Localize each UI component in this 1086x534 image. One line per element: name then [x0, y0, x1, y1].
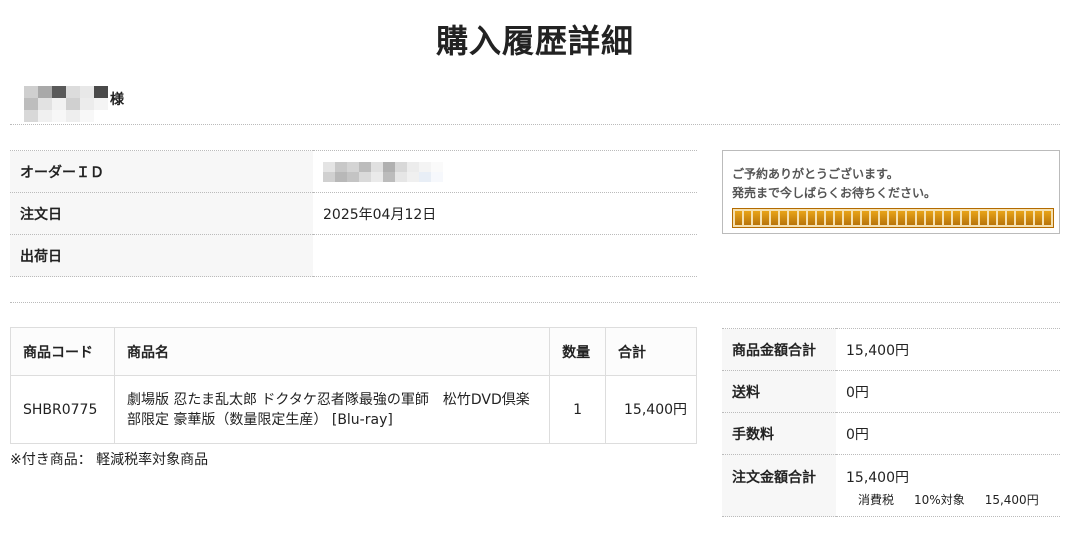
item-code: SHBR0775 — [10, 375, 115, 444]
divider — [10, 124, 1060, 125]
header-qty: 数量 — [549, 327, 607, 376]
reservation-notice: ご予約ありがとうございます。 発売まで今しばらくお待ちください。 — [722, 150, 1060, 234]
header-total: 合計 — [605, 327, 697, 376]
reservation-progress-bar — [732, 208, 1054, 228]
grand-total-row: 注文金額合計 15,400円 消費税 10%対象 15,400円 — [722, 454, 1060, 517]
ship-date-value — [313, 234, 697, 277]
item-total: 15,400円 — [605, 375, 697, 444]
header-code: 商品コード — [10, 327, 115, 376]
order-date-label: 注文日 — [10, 192, 313, 235]
item-qty: 1 — [549, 375, 607, 444]
customer-name: 様 — [24, 86, 124, 122]
ship-date-row: 出荷日 — [10, 234, 697, 277]
totals-table: 商品金額合計 15,400円 送料 0円 手数料 0円 注文金額合計 15,40… — [722, 328, 1060, 517]
fee-row: 手数料 0円 — [722, 412, 1060, 455]
fee-value: 0円 — [836, 412, 1060, 455]
divider — [10, 302, 1060, 303]
items-header-row: 商品コード 商品名 数量 合計 — [10, 327, 697, 376]
subtotal-value: 15,400円 — [836, 328, 1060, 371]
header-name: 商品名 — [113, 327, 551, 376]
notice-line-2: 発売まで今しばらくお待ちください。 — [732, 186, 937, 200]
table-row: SHBR0775 劇場版 忍たま乱太郎 ドクタケ忍者隊最強の軍師 松竹DVD倶楽… — [10, 375, 697, 444]
page-title: 購入履歴詳細 — [435, 22, 634, 60]
order-info-table: オーダーＩＤ 注文日 2025年04月12日 出荷日 — [10, 150, 697, 277]
notice-line-1: ご予約ありがとうございます。 — [732, 167, 899, 181]
progress-fill — [735, 211, 1051, 225]
customer-name-redacted — [24, 86, 108, 122]
shipping-row: 送料 0円 — [722, 370, 1060, 413]
items-table: 商品コード 商品名 数量 合計 SHBR0775 劇場版 忍たま乱太郎 ドクタケ… — [10, 327, 697, 444]
grand-total-label: 注文金額合計 — [722, 454, 836, 517]
fee-label: 手数料 — [722, 412, 836, 455]
shipping-label: 送料 — [722, 370, 836, 413]
order-id-redacted — [323, 161, 443, 182]
order-id-value — [313, 150, 697, 193]
grand-total-value: 15,400円 — [846, 470, 909, 486]
footnote: ※付き商品： 軽減税率対象商品 — [10, 452, 209, 468]
order-id-row: オーダーＩＤ — [10, 150, 697, 193]
order-id-label: オーダーＩＤ — [10, 150, 313, 193]
ship-date-label: 出荷日 — [10, 234, 313, 277]
order-date-value: 2025年04月12日 — [313, 192, 697, 235]
honorific: 様 — [110, 92, 124, 108]
subtotal-row: 商品金額合計 15,400円 — [722, 328, 1060, 371]
tax-amount: 15,400円 — [984, 493, 1039, 507]
subtotal-label: 商品金額合計 — [722, 328, 836, 371]
item-name: 劇場版 忍たま乱太郎 ドクタケ忍者隊最強の軍師 松竹DVD倶楽部限定 豪華版（数… — [113, 375, 551, 444]
tax-breakdown: 消費税 10%対象 15,400円 — [846, 491, 1060, 508]
tax-label: 消費税 — [858, 493, 895, 507]
shipping-value: 0円 — [836, 370, 1060, 413]
tax-rate: 10%対象 — [914, 493, 965, 507]
grand-total-cell: 15,400円 消費税 10%対象 15,400円 — [836, 454, 1060, 517]
order-date-row: 注文日 2025年04月12日 — [10, 192, 697, 235]
